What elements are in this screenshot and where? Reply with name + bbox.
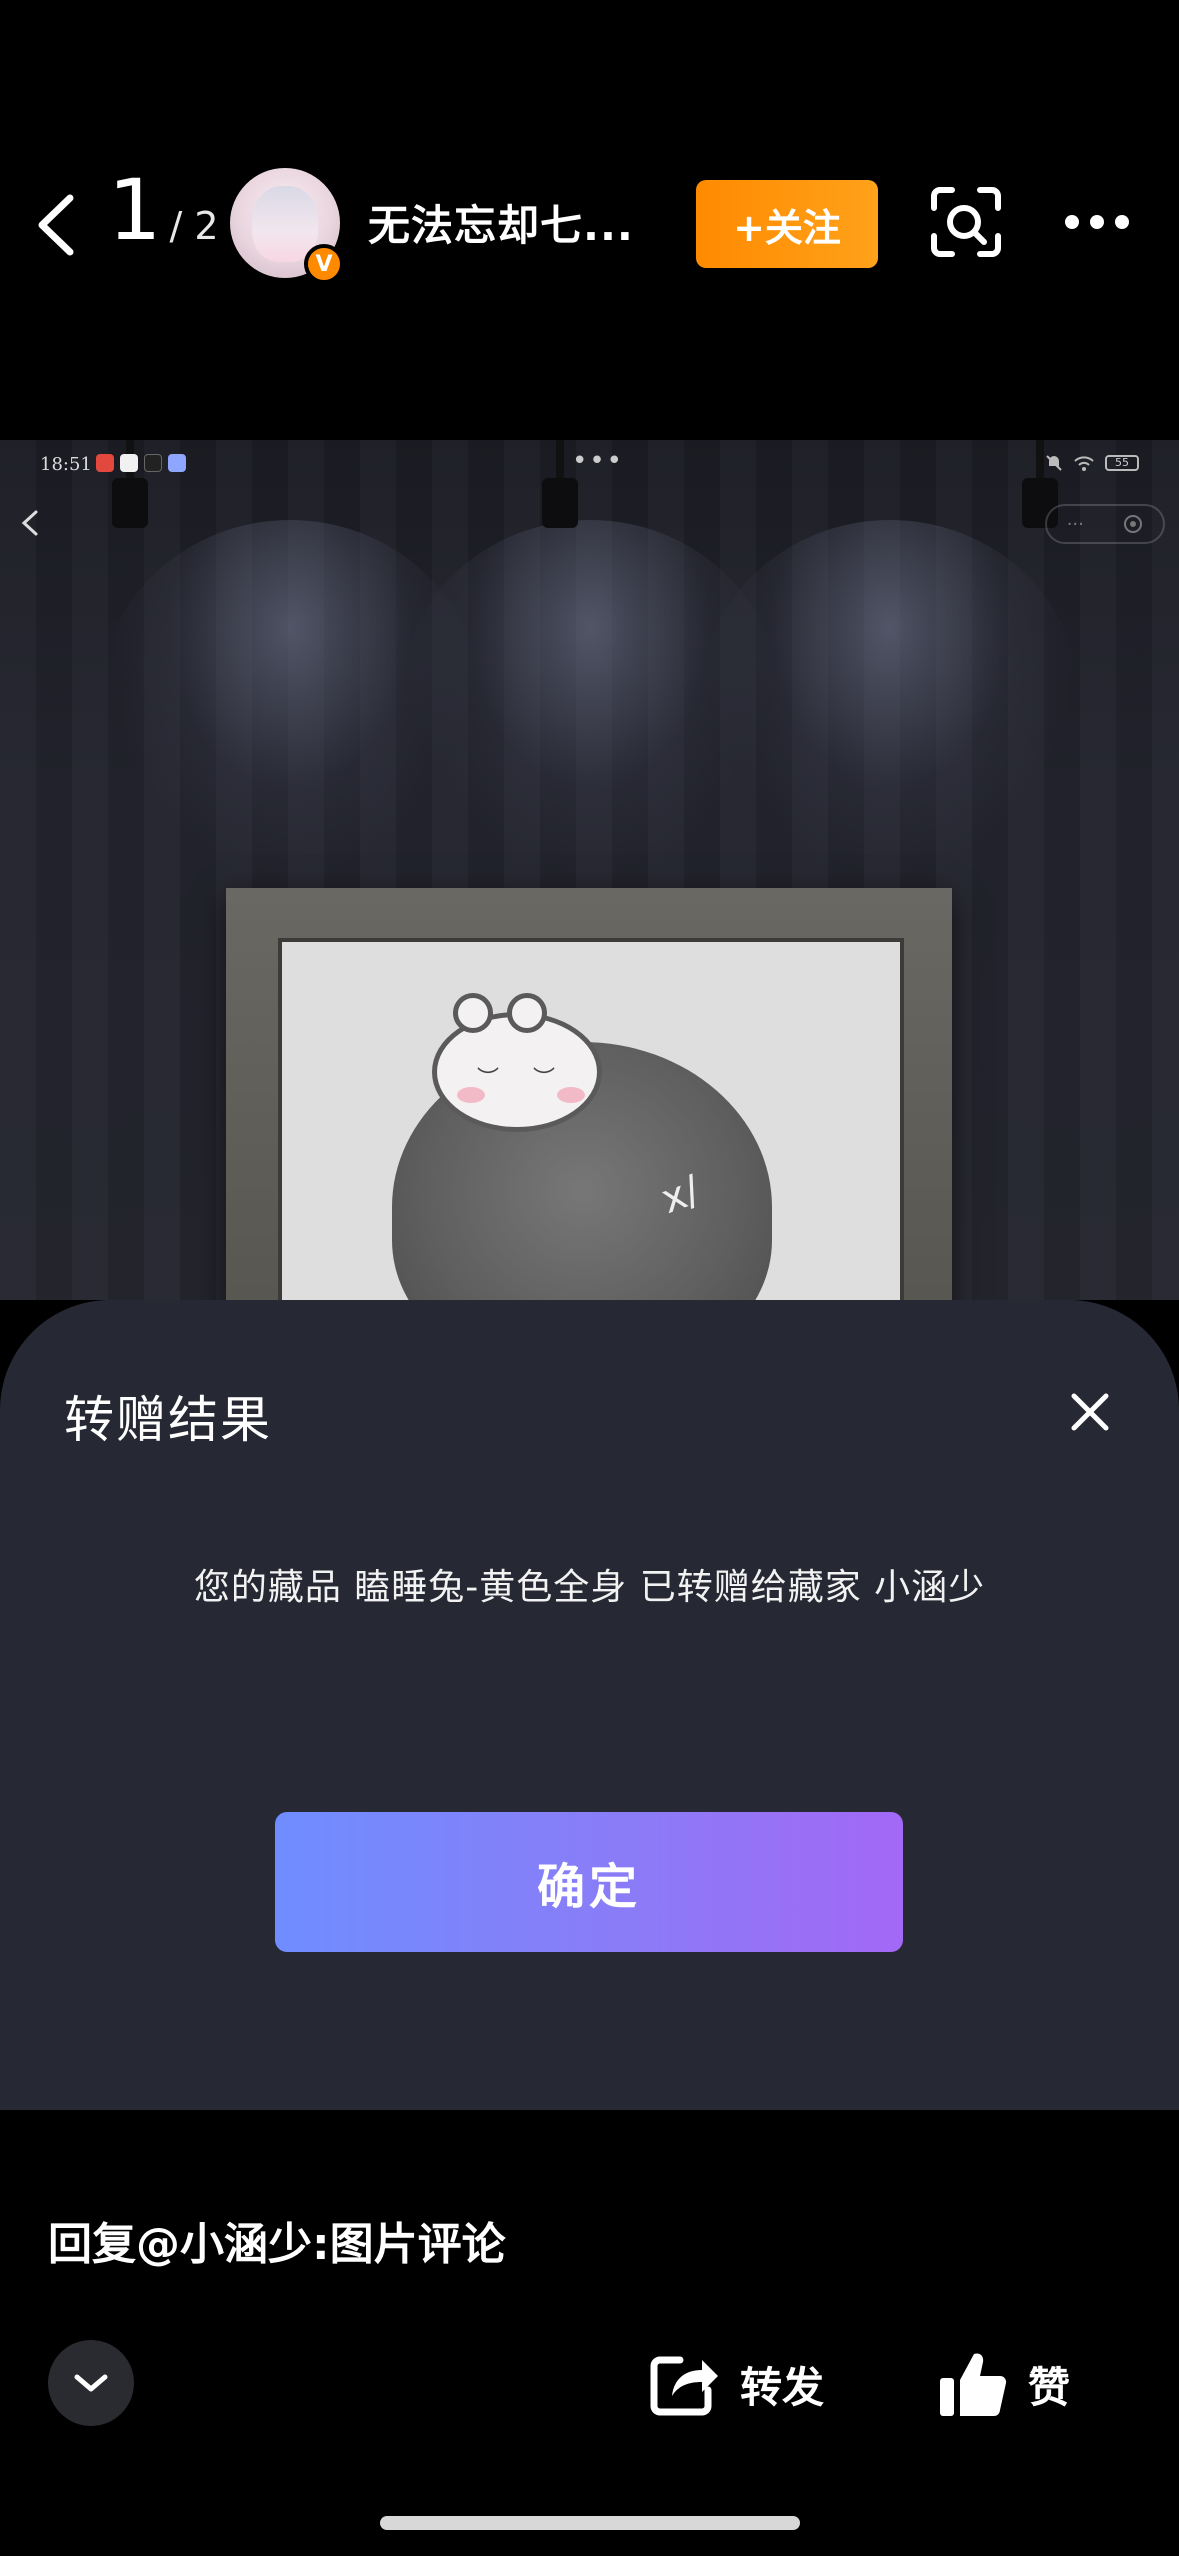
status-time: 18:51 — [40, 454, 92, 475]
capsule-more-icon: ··· — [1066, 513, 1084, 535]
close-button[interactable] — [1068, 1390, 1112, 1434]
status-app-icons — [96, 454, 186, 472]
picture-frame: ︶︶ x/ — [226, 888, 952, 1300]
share-icon — [650, 2356, 718, 2416]
artwork: ︶︶ x/ — [278, 938, 904, 1300]
close-icon — [1071, 1393, 1109, 1431]
like-button[interactable]: 赞 — [938, 2344, 1070, 2424]
scan-button[interactable] — [930, 186, 1002, 258]
author-name[interactable]: 无法忘却七... — [368, 192, 634, 253]
collapse-button[interactable] — [48, 2340, 134, 2426]
follow-button[interactable]: +关注 — [696, 180, 878, 268]
total-pages: / 2 — [169, 204, 219, 248]
like-label: 赞 — [1028, 2362, 1071, 2412]
reply-caption: 回复@小涵少:图片评论 — [48, 2219, 506, 2270]
thumbs-up-icon — [940, 2353, 1007, 2416]
home-indicator[interactable] — [380, 2516, 800, 2530]
app-notification-icon — [144, 454, 162, 472]
dialog-title: 转赠结果 — [64, 1391, 272, 1449]
verified-badge: V — [304, 244, 344, 284]
status-indicators: 55 — [1045, 454, 1139, 472]
spotlight — [700, 520, 1080, 880]
capsule-close-icon — [1124, 515, 1143, 533]
app-notification-icon — [120, 454, 138, 472]
wifi-icon — [1074, 456, 1094, 471]
chevron-down-icon — [74, 2374, 108, 2392]
battery-indicator: 55 — [1105, 455, 1139, 471]
more-icon — [1065, 215, 1129, 229]
status-menu-dots: ••• — [572, 446, 625, 476]
back-arrow-icon — [21, 510, 38, 536]
more-button[interactable] — [1062, 196, 1132, 248]
author-avatar[interactable]: V — [230, 168, 344, 284]
artwork-bunny: ︶︶ — [432, 993, 602, 1132]
app-notification-icon — [168, 454, 186, 472]
viewer-header: 1 / 2 V 无法忘却七... +关注 — [0, 0, 1179, 440]
dialog-message: 您的藏品 瞌睡兔-黄色全身 已转赠给藏家 小涵少 — [193, 1567, 986, 1608]
app-notification-icon — [96, 454, 114, 472]
current-page: 1 — [108, 161, 162, 259]
mini-program-capsule: ··· — [1045, 504, 1165, 544]
share-label: 转发 — [740, 2362, 825, 2412]
transfer-result-sheet: 转赠结果 您的藏品 瞌睡兔-黄色全身 已转赠给藏家 小涵少 确定 — [0, 1300, 1179, 2110]
mute-icon — [1046, 455, 1062, 471]
scan-icon — [931, 187, 1001, 257]
confirm-button[interactable]: 确定 — [275, 1812, 903, 1952]
post-image[interactable]: 18:51 ••• 55 ··· ︶︶ x/ — [0, 440, 1179, 1300]
back-arrow-icon — [38, 194, 74, 256]
back-button[interactable] — [28, 190, 88, 260]
share-button[interactable]: 转发 — [650, 2344, 824, 2424]
page-counter: 1 / 2 — [108, 168, 219, 268]
